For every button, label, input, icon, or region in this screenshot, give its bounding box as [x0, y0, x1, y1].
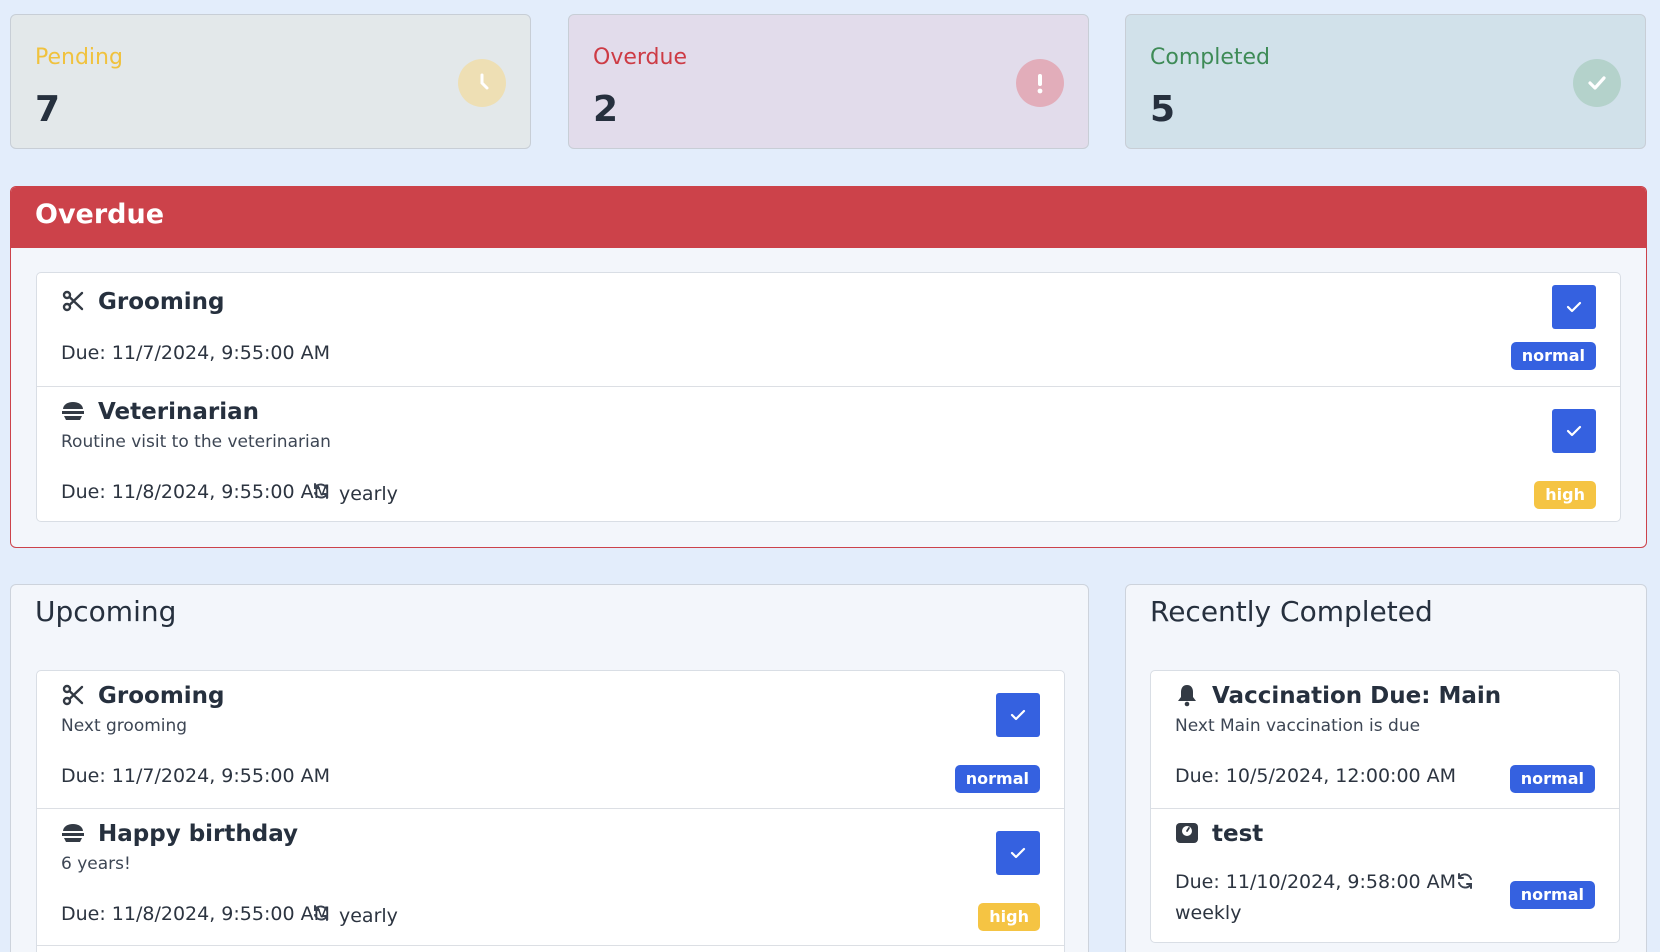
task-title: Veterinarian — [98, 399, 259, 425]
panel-title: Upcoming — [35, 595, 177, 628]
recently-completed-panel: Recently Completed Vaccination Due: Main… — [1125, 584, 1647, 952]
task-list: Vaccination Due: Main Next Main vaccinat… — [1150, 670, 1620, 943]
task-description: 6 years! — [61, 854, 131, 874]
complete-checkbox[interactable] — [996, 831, 1040, 875]
task-title: Happy birthday — [98, 821, 299, 847]
upcoming-panel: Upcoming Grooming Next grooming Due: 11/… — [10, 584, 1089, 952]
panel-title: Recently Completed — [1150, 595, 1433, 628]
stat-label: Completed — [1150, 45, 1270, 70]
task-description: Routine visit to the veterinarian — [61, 432, 331, 452]
priority-badge: normal — [1509, 765, 1595, 793]
refresh-icon — [1455, 871, 1475, 896]
task-due: Due: 11/8/2024, 9:55:00 AM — [61, 481, 330, 503]
task-item: Grooming Next grooming Due: 11/7/2024, 9… — [37, 671, 1064, 808]
recurrence-label: yearly — [339, 904, 398, 927]
stat-value: 7 — [35, 89, 61, 130]
task-item: Veterinarian Routine visit to the veteri… — [37, 386, 1620, 521]
task-title: test — [1212, 821, 1264, 847]
task-item: test Due: 11/10/2024, 9:58:00 AM weekly … — [1151, 808, 1619, 942]
exclamation-icon — [1016, 59, 1064, 107]
stat-value: 2 — [593, 89, 619, 130]
task-recurrence: yearly — [311, 481, 398, 506]
scale-icon — [1175, 821, 1199, 845]
check-icon — [1573, 59, 1621, 107]
bowl-icon — [61, 821, 85, 845]
task-item: Vaccination Due: Main Next Main vaccinat… — [1151, 671, 1619, 808]
task-description: Next grooming — [61, 716, 188, 736]
stat-value: 5 — [1150, 89, 1176, 130]
bowl-icon — [61, 399, 85, 423]
refresh-icon — [311, 903, 331, 928]
overdue-panel: Overdue Grooming Due: 11/7/2024, 9:55:00… — [10, 186, 1647, 548]
stat-card-completed: Completed 5 — [1125, 14, 1646, 149]
task-list: Grooming Due: 11/7/2024, 9:55:00 AM norm… — [36, 272, 1621, 522]
stat-card-pending: Pending 7 — [10, 14, 531, 149]
panel-title: Overdue — [11, 187, 1646, 248]
task-item — [37, 945, 1064, 952]
task-item: Grooming Due: 11/7/2024, 9:55:00 AM norm… — [37, 273, 1620, 386]
complete-checkbox[interactable] — [1552, 409, 1596, 453]
stat-card-overdue: Overdue 2 — [568, 14, 1089, 149]
task-recurrence-icon-wrap — [1175, 871, 1475, 896]
task-title: Grooming — [98, 683, 225, 709]
task-due: Due: 11/7/2024, 9:55:00 AM — [61, 765, 330, 787]
priority-badge: high — [1534, 481, 1596, 509]
complete-checkbox[interactable] — [1552, 285, 1596, 329]
bell-icon — [1175, 683, 1199, 707]
recurrence-label: yearly — [339, 482, 398, 505]
task-recurrence: weekly — [1175, 902, 1241, 924]
priority-badge: normal — [954, 765, 1040, 793]
task-title: Vaccination Due: Main — [1212, 683, 1502, 709]
refresh-icon — [311, 481, 331, 506]
priority-badge: normal — [1509, 881, 1595, 909]
clock-icon — [458, 59, 506, 107]
task-due: Due: 10/5/2024, 12:00:00 AM — [1175, 765, 1457, 787]
priority-badge: normal — [1510, 342, 1596, 370]
task-list: Grooming Next grooming Due: 11/7/2024, 9… — [36, 670, 1065, 952]
task-title: Grooming — [98, 289, 225, 315]
complete-checkbox[interactable] — [996, 693, 1040, 737]
recurrence-label: weekly — [1175, 902, 1242, 924]
task-due: Due: 11/8/2024, 9:55:00 AM — [61, 903, 330, 925]
stat-label: Pending — [35, 45, 123, 70]
priority-badge: high — [978, 903, 1040, 931]
scissors-icon — [61, 683, 85, 707]
task-due: Due: 11/7/2024, 9:55:00 AM — [61, 342, 330, 364]
task-item: Happy birthday 6 years! Due: 11/8/2024, … — [37, 808, 1064, 945]
task-recurrence: yearly — [311, 903, 398, 928]
stat-label: Overdue — [593, 45, 687, 70]
task-description: Next Main vaccination is due — [1175, 716, 1421, 736]
scissors-icon — [61, 289, 85, 313]
